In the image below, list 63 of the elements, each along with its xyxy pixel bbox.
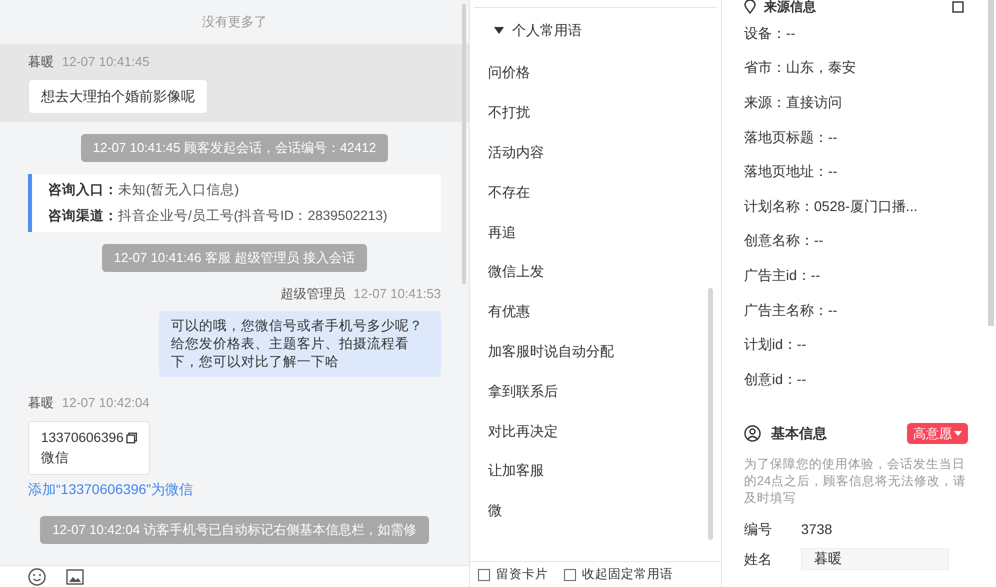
- source-info-row-text: 来源：直接访问: [744, 92, 843, 112]
- sender-name: 超级管理员: [280, 284, 346, 302]
- message-bubble: 想去大理拍个婚前影像呢: [28, 79, 208, 114]
- location-icon: [744, 0, 756, 14]
- sender-name: 暮暖: [28, 52, 54, 70]
- phrase-item[interactable]: 问价格: [470, 53, 721, 93]
- source-info-row-text: 创意名称：--: [744, 231, 824, 250]
- section-title: 来源信息: [764, 0, 816, 16]
- message-bubble: 可以的哦，您微信号或者手机号多少呢？给您发价格表、主题客片、拍摄流程看下，您可以对比了解一下哈: [159, 311, 441, 377]
- source-info-row-text: 设备：--: [744, 24, 796, 43]
- field-label: 姓名: [744, 550, 773, 569]
- source-info-row-text: 创意id：--: [744, 370, 808, 389]
- system-notice: 12-07 10:42:04 访客手机号已自动标记右侧基本信息栏，如需修: [40, 516, 429, 544]
- system-notice: 12-07 10:41:45 顾客发起会话，会话编号：42412: [80, 134, 388, 162]
- source-label: 咨询渠道：: [48, 206, 118, 225]
- image-icon[interactable]: [66, 568, 84, 584]
- message-time: 12-07 10:41:53: [354, 284, 441, 302]
- source-value: 未知(暂无入口信息): [118, 180, 239, 199]
- phrase-item[interactable]: 活动内容: [470, 132, 721, 172]
- message-time: 12-07 10:42:04: [62, 394, 150, 412]
- sender-name: 暮暖: [28, 394, 54, 412]
- source-info-row-text: 计划id：--: [744, 335, 808, 354]
- phrase-item[interactable]: 再追: [470, 212, 721, 252]
- option-checkbox[interactable]: 留资卡片: [478, 565, 548, 584]
- source-info-row-text: 落地页地址：--: [744, 162, 838, 182]
- intent-tag[interactable]: 高意愿: [907, 422, 968, 444]
- source-info-row-text: 落地页标题：--: [744, 128, 838, 147]
- checkbox[interactable]: [564, 568, 576, 580]
- source-value: 抖音企业号/员工号(抖音号ID：2839502213): [118, 206, 388, 225]
- option-checkbox[interactable]: 收起固定常用语: [564, 565, 673, 584]
- group-label: 个人常用语: [512, 21, 582, 40]
- phone-number: 13370606396: [41, 428, 124, 446]
- phrase-item[interactable]: 让加客服: [470, 450, 721, 491]
- phrase-item[interactable]: 对比再决定: [470, 411, 721, 451]
- message-time: 12-07 10:41:45: [62, 52, 150, 70]
- phrase-item[interactable]: 拿到联系后: [470, 371, 721, 412]
- source-info-row-text: 广告主名称：--: [744, 300, 838, 320]
- copy-icon[interactable]: [126, 432, 137, 444]
- emoji-icon[interactable]: [28, 568, 46, 586]
- section-title: 基本信息: [771, 424, 827, 443]
- contact-type: 微信: [41, 450, 69, 465]
- source-info-row-text: 计划名称：0528-厦门口播...: [744, 196, 918, 216]
- phrase-item[interactable]: 加客服时说自动分配: [470, 332, 721, 372]
- copy-icon[interactable]: [952, 1, 964, 13]
- caret-icon: [954, 430, 962, 436]
- notice-text: 为了保障您的使用体验，会话发生当日的24点之后，顾客信息将无法修改，请及时填写: [744, 456, 967, 508]
- phrase-item[interactable]: 微: [470, 490, 721, 531]
- checkbox[interactable]: [478, 568, 490, 580]
- phrase-item[interactable]: 不存在: [470, 172, 721, 212]
- field-label: 编号: [744, 520, 773, 540]
- source-label: 咨询入口：: [48, 180, 118, 198]
- caret-icon: [494, 27, 504, 34]
- system-notice: 12-07 10:41:46 客服 超级管理员 接入会话: [102, 244, 368, 272]
- phrase-item[interactable]: 微信上发: [470, 252, 721, 292]
- field-value: 3738: [801, 520, 832, 540]
- phrase-item[interactable]: 有优惠: [470, 292, 721, 332]
- no-more-text: 没有更多了: [202, 13, 267, 31]
- user-icon: [744, 424, 761, 442]
- source-info-row-text: 广告主id：--: [744, 266, 822, 285]
- name-input[interactable]: 暮暖: [801, 548, 949, 570]
- source-info-row-text: 省市：山东，泰安: [744, 58, 857, 78]
- phrase-group[interactable]: 个人常用语: [470, 8, 721, 53]
- phrase-item[interactable]: 不打扰: [470, 92, 721, 133]
